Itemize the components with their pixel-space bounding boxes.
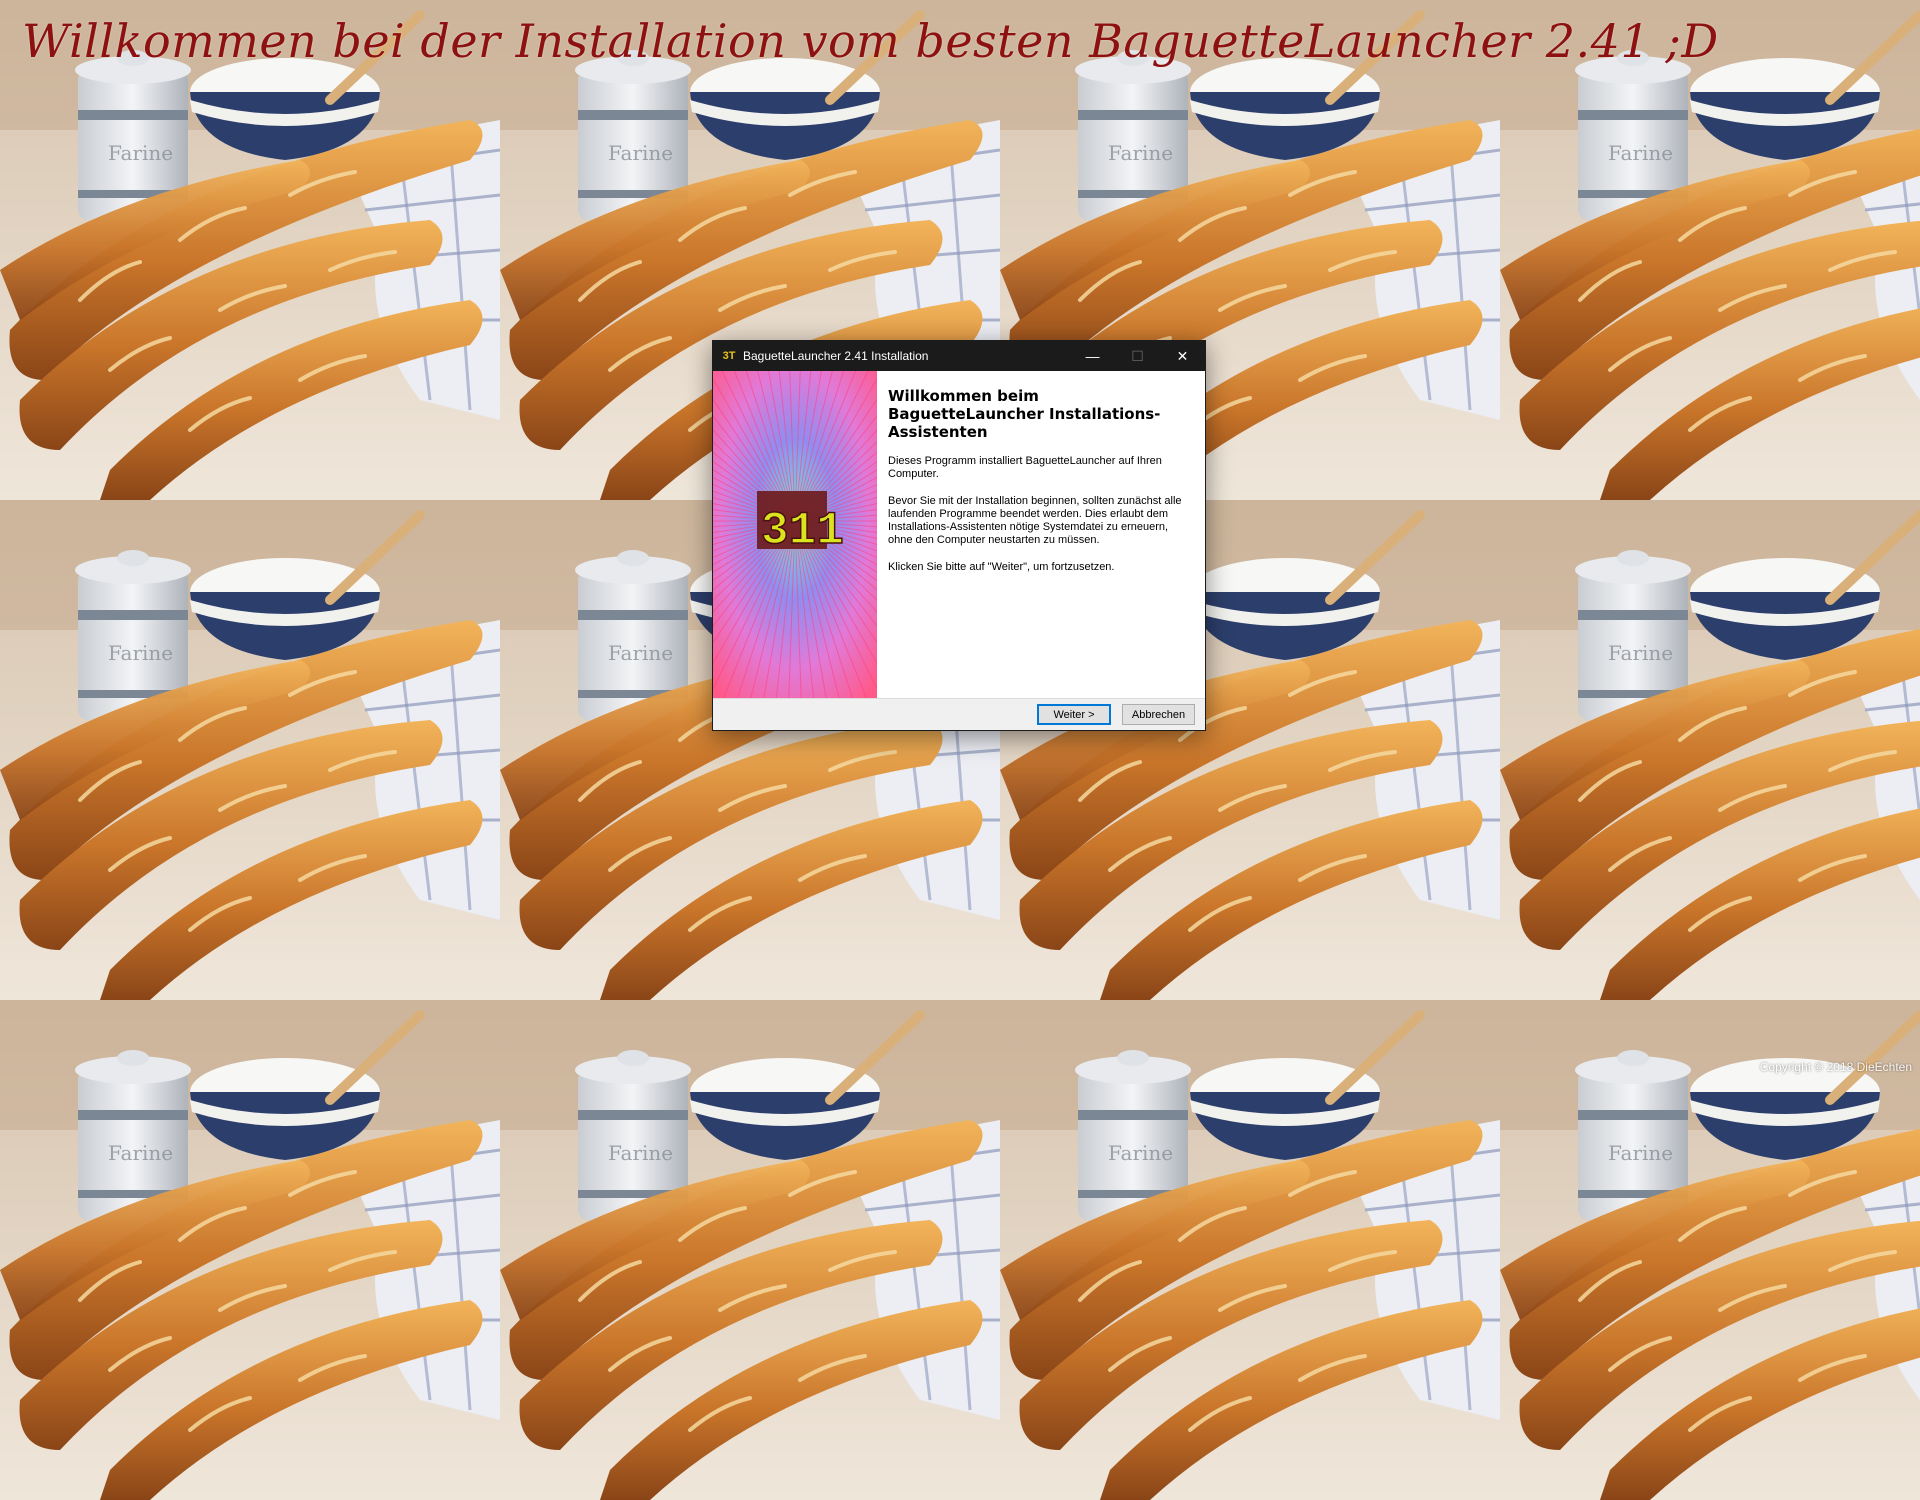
installer-window: 3T BaguetteLauncher 2.41 Installation — … bbox=[712, 340, 1206, 731]
jar-label: Farine bbox=[108, 141, 173, 165]
baguette-photo-tile: Farine bbox=[0, 1000, 500, 1500]
baguette-photo-tile: Farine bbox=[500, 1000, 1000, 1500]
next-button[interactable]: Weiter > bbox=[1037, 704, 1111, 725]
window-title: BaguetteLauncher 2.41 Installation bbox=[743, 349, 929, 363]
welcome-headline: Willkommen bei der Installation vom best… bbox=[22, 14, 1719, 68]
wizard-banner-image: 311 bbox=[713, 371, 877, 699]
baguette-photo-tile: Farine bbox=[1500, 1000, 1920, 1500]
wizard-heading: Willkommen beim BaguetteLauncher Install… bbox=[888, 387, 1161, 441]
jar-label: Farine bbox=[1108, 141, 1173, 165]
banner-logo-text: 311 bbox=[761, 505, 844, 557]
baguette-photo-tile: Farine bbox=[0, 0, 500, 500]
minimize-button[interactable]: — bbox=[1070, 341, 1115, 371]
jar-label: Farine bbox=[108, 641, 173, 665]
jar-label: Farine bbox=[108, 1141, 173, 1165]
jar-label: Farine bbox=[608, 641, 673, 665]
copyright-text: Copyright © 2018 DieEchten bbox=[1759, 1060, 1912, 1074]
window-titlebar[interactable]: 3T BaguetteLauncher 2.41 Installation — … bbox=[713, 341, 1205, 371]
cancel-button[interactable]: Abbrechen bbox=[1122, 704, 1195, 725]
wizard-footer: Weiter > Abbrechen bbox=[713, 698, 1205, 730]
jar-label: Farine bbox=[1108, 1141, 1173, 1165]
jar-label: Farine bbox=[1608, 141, 1673, 165]
jar-label: Farine bbox=[608, 141, 673, 165]
baguette-photo-tile: Farine bbox=[1500, 500, 1920, 1000]
app-icon: 3T bbox=[722, 350, 736, 362]
jar-label: Farine bbox=[1608, 641, 1673, 665]
wizard-paragraph: Klicken Sie bitte auf "Weiter", um fortz… bbox=[888, 561, 1115, 573]
maximize-button[interactable]: ☐ bbox=[1115, 341, 1160, 371]
jar-label: Farine bbox=[608, 1141, 673, 1165]
wizard-paragraph: Bevor Sie mit der Installation beginnen,… bbox=[888, 495, 1182, 546]
baguette-photo-tile: Farine bbox=[1000, 1000, 1500, 1500]
jar-label: Farine bbox=[1608, 1141, 1673, 1165]
wizard-content: 311 Willkommen beim BaguetteLauncher Ins… bbox=[713, 371, 1205, 699]
baguette-photo-tile: Farine bbox=[0, 500, 500, 1000]
baguette-photo-tile: Farine bbox=[1500, 0, 1920, 500]
wizard-text: Willkommen beim BaguetteLauncher Install… bbox=[888, 387, 1188, 588]
wizard-paragraph: Dieses Programm installiert BaguetteLaun… bbox=[888, 455, 1162, 480]
close-button[interactable]: ✕ bbox=[1160, 341, 1205, 371]
